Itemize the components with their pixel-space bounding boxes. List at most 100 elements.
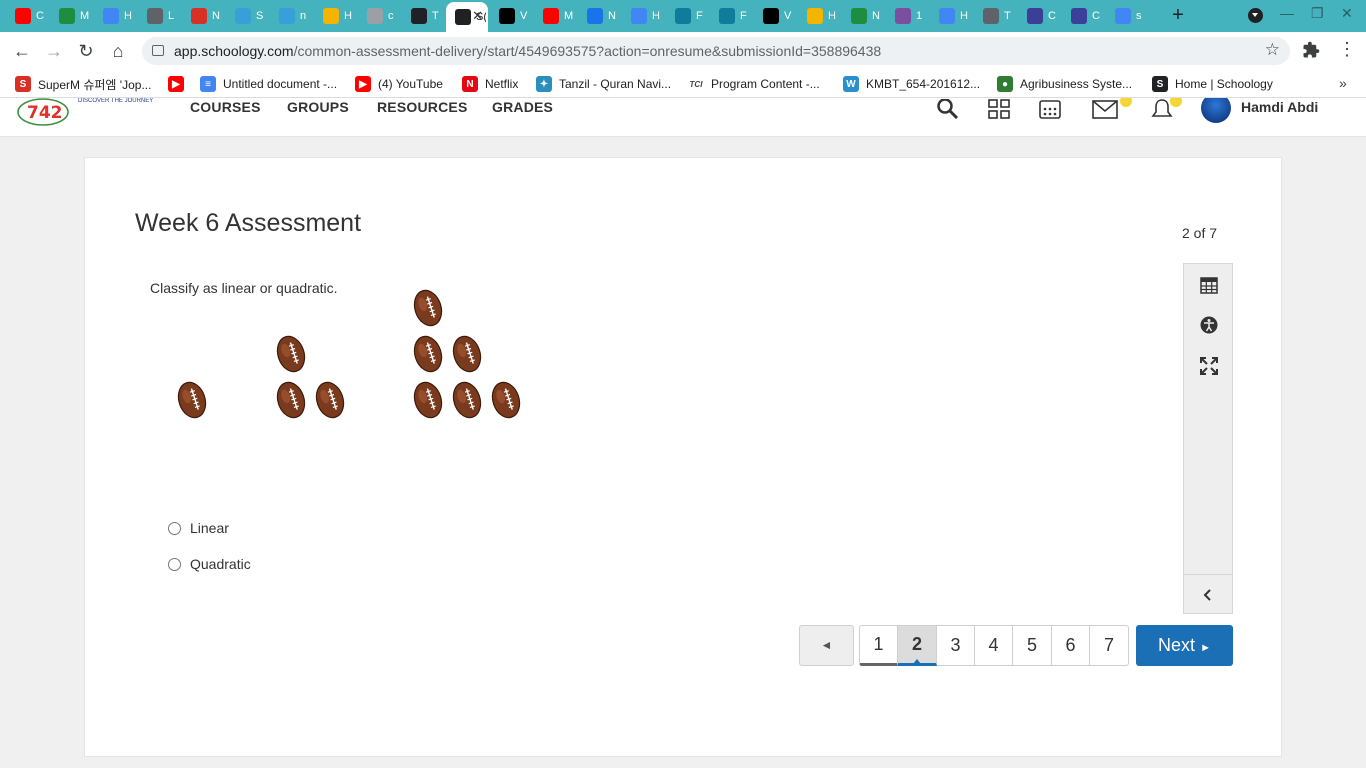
search-icon[interactable] (937, 99, 959, 119)
messages-badge (1120, 98, 1132, 107)
fullscreen-icon[interactable] (1200, 357, 1218, 375)
close-tab-icon[interactable]: ✕ (472, 8, 483, 24)
tab-title: H (828, 10, 836, 22)
browser-tab[interactable]: T (974, 3, 1014, 29)
browser-menu-icon[interactable]: ⋮ (1338, 40, 1356, 58)
bookmark-star-icon[interactable]: ☆ (1265, 40, 1280, 60)
minimize-icon[interactable]: — (1280, 5, 1294, 21)
football-icon (413, 381, 443, 419)
choice-linear[interactable]: Linear (168, 520, 229, 536)
browser-tab[interactable]: T (402, 3, 442, 29)
browser-tab[interactable]: c (358, 3, 398, 29)
nav-courses[interactable]: COURSES (190, 99, 261, 115)
home-icon[interactable]: ⌂ (107, 41, 129, 61)
page-number-button[interactable]: 2 (898, 625, 937, 666)
bookmark-item[interactable]: W KMBT_654-201612... (843, 76, 980, 92)
bookmark-item[interactable]: TCI Program Content -... (688, 76, 820, 92)
bookmark-item[interactable]: S SuperM 슈퍼엠 'Jop... (15, 76, 151, 92)
page-number-button[interactable]: 6 (1052, 625, 1090, 666)
address-bar[interactable]: app.schoology.com/common-assessment-deli… (142, 37, 1290, 65)
bookmark-item[interactable]: ● Agribusiness Syste... (997, 76, 1132, 92)
reload-icon[interactable]: ↻ (75, 41, 97, 61)
weebly-icon: W (843, 76, 859, 92)
site-info-icon[interactable] (152, 45, 164, 56)
browser-tab[interactable]: M (534, 3, 574, 29)
close-window-icon[interactable]: ✕ (1341, 5, 1353, 22)
assessment-card: Week 6 Assessment 2 of 7 Classify as lin… (84, 157, 1282, 757)
school-logo-graphic: 742 (17, 98, 69, 126)
page-number-button[interactable]: 5 (1013, 625, 1052, 666)
browser-tab[interactable]: S(✕ (446, 2, 488, 32)
tab-title: N (872, 10, 880, 22)
page-number-button[interactable]: 7 (1090, 625, 1129, 666)
browser-tab[interactable]: H (314, 3, 354, 29)
browser-tab[interactable]: C (1062, 3, 1102, 29)
logo-tagline: DISCOVER THE JOURNEY (78, 98, 154, 104)
browser-tab[interactable]: C (1018, 3, 1058, 29)
radio-quadratic[interactable] (168, 557, 181, 571)
browser-tab[interactable]: s (1106, 3, 1146, 29)
nav-grades[interactable]: GRADES (492, 99, 553, 115)
browser-tab[interactable]: 1 (886, 3, 926, 29)
bookmark-item[interactable]: N Netflix (462, 76, 518, 92)
new-tab-button[interactable]: + (1168, 4, 1188, 26)
browser-tab[interactable]: F (666, 3, 706, 29)
football-icon (413, 289, 443, 327)
nav-groups[interactable]: GROUPS (287, 99, 349, 115)
youtube-icon (543, 8, 559, 24)
restore-icon[interactable]: ❐ (1311, 5, 1324, 22)
browser-tab[interactable]: H (930, 3, 970, 29)
browser-tab[interactable]: M (50, 3, 90, 29)
next-question-button[interactable]: Next ► (1136, 625, 1233, 666)
tab-search-icon[interactable] (1248, 8, 1263, 23)
docs-icon (103, 8, 119, 24)
browser-tab[interactable]: S (226, 3, 266, 29)
bookmark-item[interactable]: ▶ (168, 76, 191, 92)
page-number-button[interactable]: 3 (937, 625, 975, 666)
browser-tab[interactable]: H (798, 3, 838, 29)
nav-resources[interactable]: RESOURCES (377, 99, 467, 115)
browser-tab[interactable]: N (182, 3, 222, 29)
browser-tab[interactable]: H (94, 3, 134, 29)
bold-b-icon (763, 8, 779, 24)
avatar[interactable] (1201, 98, 1231, 123)
docs-icon (939, 8, 955, 24)
browser-tab[interactable]: N (578, 3, 618, 29)
browser-tab[interactable]: V (754, 3, 794, 29)
question-text: Classify as linear or quadratic. (150, 280, 338, 296)
messages-icon[interactable] (1092, 99, 1120, 119)
tab-title: C (1048, 10, 1056, 22)
bookmark-item[interactable]: S Home | Schoology (1152, 76, 1273, 92)
browser-tab[interactable]: C (6, 3, 46, 29)
browser-tab[interactable]: N (842, 3, 882, 29)
browser-tab[interactable]: n (270, 3, 310, 29)
user-name[interactable]: Hamdi Abdi (1241, 99, 1318, 115)
extensions-icon[interactable] (1302, 41, 1320, 59)
bookmark-item[interactable]: ▶ (4) YouTube (355, 76, 443, 92)
calculator-icon[interactable] (1200, 276, 1218, 294)
bookmark-item[interactable]: ≡ Untitled document -... (200, 76, 337, 92)
page-number-button[interactable]: 1 (859, 625, 898, 666)
schoology-icon (411, 8, 427, 24)
tab-title: c (388, 10, 394, 22)
collapse-sidebar-button[interactable] (1184, 574, 1232, 614)
bookmarks-overflow-icon[interactable]: » (1339, 75, 1347, 91)
calendar-grid-icon[interactable] (1039, 99, 1061, 119)
back-icon[interactable]: ← (11, 41, 33, 61)
apps-grid-icon[interactable] (988, 99, 1010, 119)
browser-tab[interactable]: H (622, 3, 662, 29)
bookmark-item[interactable]: ✦ Tanzil - Quran Navi... (536, 76, 671, 92)
browser-tab[interactable]: L (138, 3, 178, 29)
browser-tab[interactable]: F (710, 3, 750, 29)
bookmark-label: Netflix (485, 77, 519, 91)
football-icon (452, 335, 482, 373)
browser-tab[interactable]: V (490, 3, 530, 29)
radio-linear[interactable] (168, 521, 181, 535)
choice-quadratic[interactable]: Quadratic (168, 556, 251, 572)
previous-question-button[interactable]: ◄ (799, 625, 854, 666)
school-logo[interactable]: 742 (17, 98, 69, 126)
page-number-button[interactable]: 4 (975, 625, 1013, 666)
forward-icon[interactable]: → (43, 41, 65, 61)
accessibility-icon[interactable] (1200, 316, 1218, 334)
url-text[interactable]: app.schoology.com/common-assessment-deli… (174, 43, 881, 59)
